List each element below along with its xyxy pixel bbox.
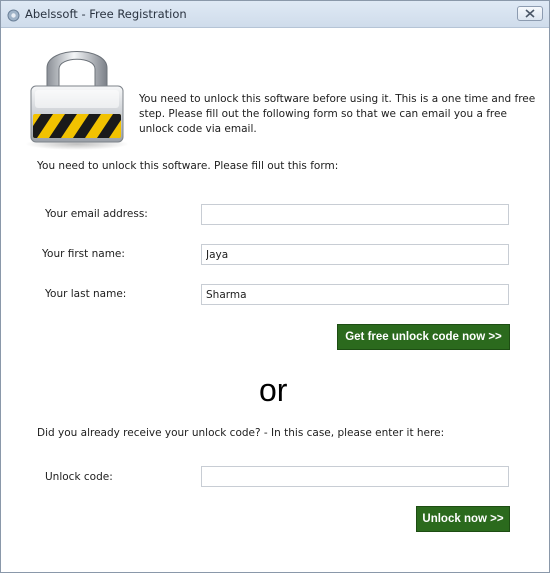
first-name-label: Your first name: [42,248,125,260]
or-separator: or [259,372,288,408]
app-icon [7,7,20,22]
last-name-label: Your last name: [45,288,127,300]
email-label: Your email address: [45,208,148,220]
window-title: Abelssoft - Free Registration [25,7,187,21]
padlock-icon [15,32,135,152]
email-field[interactable] [201,204,509,225]
unlock-code-label: Unlock code: [45,471,113,483]
get-unlock-code-button[interactable]: Get free unlock code now >> [337,324,510,350]
first-name-field[interactable] [201,244,509,265]
close-icon [525,9,535,18]
last-name-field[interactable] [201,284,509,305]
intro-text: You need to unlock this software before … [139,93,536,135]
title-bar[interactable]: Abelssoft - Free Registration [1,1,549,28]
registration-window: Abelssoft - Free Registration You need t… [0,0,550,573]
unlock-now-button[interactable]: Unlock now >> [416,506,510,532]
close-button[interactable] [517,6,543,21]
form-instruction: You need to unlock this software. Please… [37,160,339,172]
unlock-code-field[interactable] [201,466,509,487]
unlock-instruction: Did you already receive your unlock code… [37,427,445,439]
content-area: You need to unlock this software before … [1,28,549,572]
